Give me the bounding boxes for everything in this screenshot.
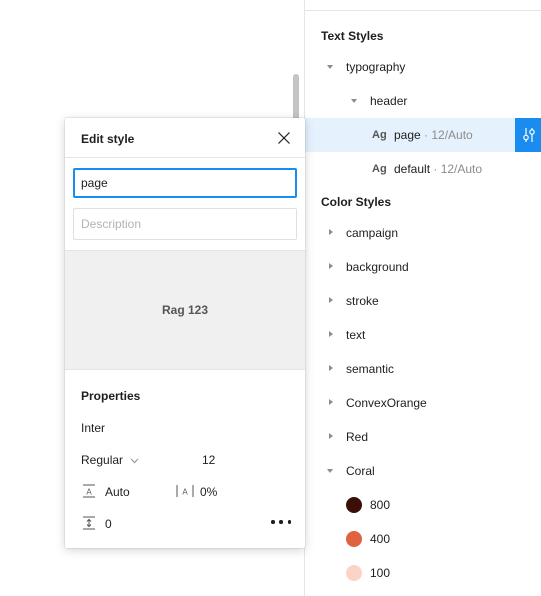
adjust-icon bbox=[522, 128, 535, 142]
svg-text:A: A bbox=[86, 488, 92, 497]
panel-divider bbox=[305, 10, 541, 11]
tree-group-red[interactable]: Red bbox=[305, 420, 541, 454]
dialog-header: Edit style bbox=[65, 118, 305, 158]
dot bbox=[287, 520, 291, 524]
color-swatch bbox=[346, 531, 362, 547]
color-label: 100 bbox=[370, 566, 391, 580]
caret-right-icon[interactable] bbox=[329, 263, 333, 269]
group-label: Red bbox=[346, 430, 369, 444]
group-label: background bbox=[346, 260, 409, 274]
font-weight-select[interactable]: Regular bbox=[81, 453, 139, 467]
group-label: text bbox=[346, 328, 366, 342]
dot bbox=[279, 520, 283, 524]
tree-group-campaign[interactable]: campaign bbox=[305, 216, 541, 250]
caret-right-icon[interactable] bbox=[329, 365, 333, 371]
caret-right-icon[interactable] bbox=[329, 433, 333, 439]
line-height-input[interactable]: Auto bbox=[105, 485, 130, 499]
edit-style-dialog: Edit style Rag 123 Properties Inter Regu… bbox=[65, 118, 305, 548]
style-meta: · 12/Auto bbox=[420, 128, 473, 142]
text-styles-title: Text Styles bbox=[321, 29, 384, 43]
color-style-coral-800[interactable]: 800 bbox=[305, 488, 541, 522]
color-styles-title: Color Styles bbox=[321, 195, 392, 209]
text-style-label: default · 12/Auto bbox=[394, 162, 482, 176]
color-style-coral-400[interactable]: 400 bbox=[305, 522, 541, 556]
close-button[interactable] bbox=[275, 129, 293, 147]
styles-panel: Text Styles typography header Ag page · … bbox=[304, 0, 541, 596]
group-label: campaign bbox=[346, 226, 399, 240]
letter-spacing-input[interactable]: 0% bbox=[200, 485, 217, 499]
tree-group-coral[interactable]: Coral bbox=[305, 454, 541, 488]
chevron-down-icon bbox=[131, 458, 139, 464]
close-icon bbox=[278, 132, 290, 144]
group-label: stroke bbox=[346, 294, 379, 308]
group-label: typography bbox=[346, 60, 406, 74]
tree-group-text[interactable]: text bbox=[305, 318, 541, 352]
color-label: 800 bbox=[370, 498, 391, 512]
tree-group-typography[interactable]: typography bbox=[305, 50, 541, 84]
font-weight-value: Regular bbox=[81, 453, 124, 467]
style-name: default bbox=[394, 162, 431, 176]
more-options-button[interactable] bbox=[271, 516, 291, 528]
letter-spacing-icon: A bbox=[176, 485, 194, 497]
text-style-icon: Ag bbox=[372, 163, 387, 175]
tree-group-stroke[interactable]: stroke bbox=[305, 284, 541, 318]
group-label: ConvexOrange bbox=[346, 396, 427, 410]
line-height-icon: A bbox=[83, 484, 95, 498]
caret-right-icon[interactable] bbox=[329, 331, 333, 337]
paragraph-spacing-input[interactable]: 0 bbox=[105, 517, 112, 531]
caret-right-icon[interactable] bbox=[329, 399, 333, 405]
caret-right-icon[interactable] bbox=[329, 297, 333, 303]
dialog-title: Edit style bbox=[81, 132, 135, 146]
style-preview: Rag 123 bbox=[65, 250, 305, 370]
text-style-default[interactable]: Ag default · 12/Auto bbox=[305, 152, 541, 186]
group-label: header bbox=[370, 94, 408, 108]
tree-group-convexorange[interactable]: ConvexOrange bbox=[305, 386, 541, 420]
preview-text: Rag 123 bbox=[161, 303, 209, 317]
caret-down-icon[interactable] bbox=[351, 99, 357, 103]
tree-group-background[interactable]: background bbox=[305, 250, 541, 284]
text-style-label: page · 12/Auto bbox=[394, 128, 473, 142]
caret-right-icon[interactable] bbox=[329, 229, 333, 235]
paragraph-spacing-icon bbox=[83, 516, 95, 530]
group-label: semantic bbox=[346, 362, 395, 376]
text-style-icon: Ag bbox=[372, 129, 387, 141]
style-meta: · 12/Auto bbox=[430, 162, 483, 176]
group-label: Coral bbox=[346, 464, 375, 478]
color-style-coral-100[interactable]: 100 bbox=[305, 556, 541, 590]
font-size-input[interactable]: 12 bbox=[202, 453, 215, 467]
tree-group-header[interactable]: header bbox=[305, 84, 541, 118]
tree-group-semantic[interactable]: semantic bbox=[305, 352, 541, 386]
dot bbox=[271, 520, 275, 524]
style-name-input[interactable] bbox=[73, 168, 297, 198]
color-swatch bbox=[346, 497, 362, 513]
color-label: 400 bbox=[370, 532, 391, 546]
text-style-page[interactable]: Ag page · 12/Auto bbox=[305, 118, 541, 152]
svg-text:A: A bbox=[182, 488, 188, 497]
caret-down-icon[interactable] bbox=[327, 469, 333, 473]
color-swatch bbox=[346, 565, 362, 581]
style-name: page bbox=[394, 128, 421, 142]
caret-down-icon[interactable] bbox=[327, 65, 333, 69]
properties-title: Properties bbox=[81, 389, 141, 403]
edit-style-button[interactable] bbox=[515, 118, 541, 152]
description-input[interactable] bbox=[73, 208, 297, 240]
font-family-select[interactable]: Inter bbox=[81, 421, 105, 435]
